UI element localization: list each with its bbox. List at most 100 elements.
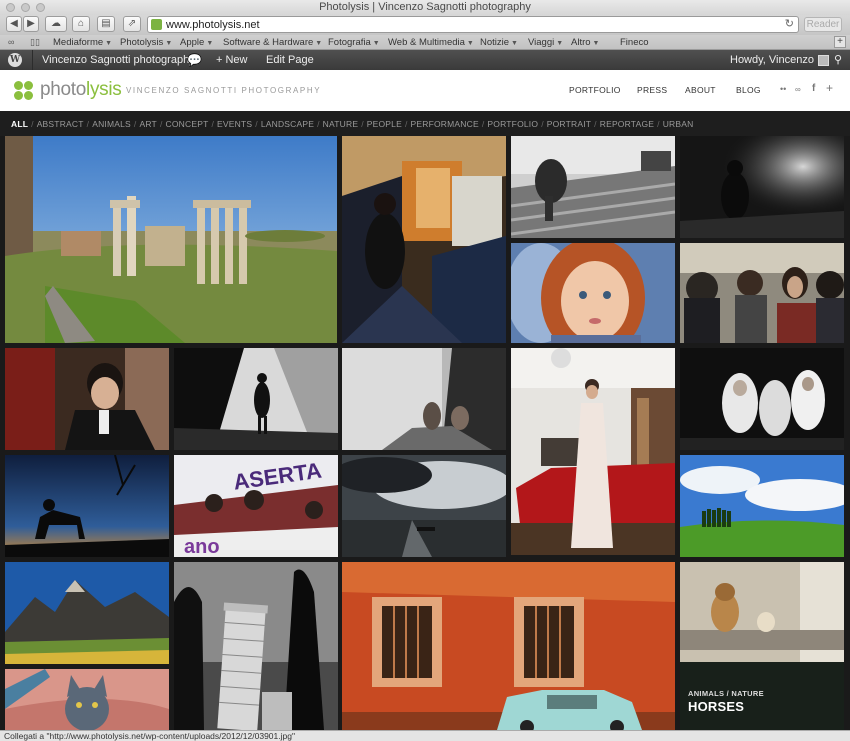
nav-press[interactable]: PRESS — [637, 85, 667, 95]
cloud-icon: ☁ — [51, 18, 61, 29]
photo-tile-orange-wall[interactable] — [342, 562, 675, 730]
bookmark-label: Apple — [180, 37, 205, 48]
address-bar[interactable]: www.photolysis.net ↻ — [147, 16, 799, 33]
filter-portrait[interactable]: PORTRAIT — [547, 119, 591, 129]
photo-tile-protest[interactable]: ASERTA ano — [174, 455, 338, 557]
filter-list: ALL / ABSTRACT / ANIMALS / ART / CONCEPT / EVENTS /… — [11, 119, 693, 129]
share-button[interactable]: ⇗ — [123, 16, 141, 32]
avatar — [817, 54, 829, 66]
logo-clover-icon[interactable] — [14, 81, 34, 101]
address-url: www.photolysis.net — [166, 19, 260, 31]
photo-tile-woman-walking[interactable] — [174, 348, 338, 450]
admin-account-menu[interactable]: Howdy, Vincenzo — [730, 50, 829, 70]
filter-separator: / — [594, 119, 597, 129]
logo-prefix: photo — [40, 79, 87, 100]
site-header: photolysis VINCENZO SAGNOTTI PHOTOGRAPHY… — [0, 70, 850, 111]
reload-icon[interactable]: ↻ — [785, 17, 794, 32]
reader-button[interactable]: Reader — [804, 17, 842, 32]
flickr-icon[interactable]: ∞ — [795, 85, 801, 94]
filter-concept[interactable]: CONCEPT — [166, 119, 209, 129]
facebook-icon[interactable]: f — [812, 83, 815, 94]
filter-portfolio[interactable]: PORTFOLIO — [487, 119, 538, 129]
photo-tile-bathers[interactable] — [342, 348, 506, 450]
photo-tile-horse-silhouette[interactable] — [5, 455, 169, 557]
bookmark-notizie[interactable]: Notizie ▼ — [480, 36, 518, 50]
photo-tile-cypress-field[interactable] — [680, 455, 844, 557]
search-icon[interactable]: ⚲ — [834, 50, 842, 70]
photo-tile-gray-cat[interactable] — [5, 669, 169, 730]
chevron-down-icon: ▼ — [592, 40, 600, 47]
filter-animals[interactable]: ANIMALS — [92, 119, 131, 129]
admin-new-menu[interactable]: + New — [216, 50, 248, 70]
filter-separator: / — [404, 119, 408, 129]
photo-tile-crowd[interactable] — [680, 243, 844, 343]
photo-tile-stormy-sea[interactable] — [342, 455, 506, 557]
wordpress-logo-icon[interactable]: W — [8, 53, 22, 67]
photo-tile-nuns[interactable] — [680, 348, 844, 450]
night-silhouette-image — [680, 136, 844, 238]
filter-people[interactable]: PEOPLE — [367, 119, 402, 129]
photo-tile-dogs-hover[interactable]: ANIMALS / NATURE HORSES — [680, 562, 844, 730]
filter-performance[interactable]: PERFORMANCE — [411, 119, 479, 129]
forward-arrow-icon: ▶ — [27, 18, 35, 29]
bookmark-software-hardware[interactable]: Software & Hardware ▼ — [223, 36, 322, 50]
bookmark-label: Notizie — [480, 37, 510, 48]
filter-abstract[interactable]: ABSTRACT — [37, 119, 84, 129]
admin-divider — [32, 50, 33, 70]
icloud-tabs-button[interactable]: ☁ — [45, 16, 67, 32]
site-logo[interactable]: photolysis — [40, 79, 122, 101]
admin-new-label: New — [225, 54, 248, 66]
bookmark-viaggi[interactable]: Viaggi ▼ — [528, 36, 563, 50]
bookmark-label: Software & Hardware — [223, 37, 314, 48]
chevron-down-icon: ▼ — [165, 40, 173, 47]
social-flickr-dots[interactable]: •• — [780, 84, 786, 94]
bookmark-fotografia[interactable]: Fotografia ▼ — [328, 36, 380, 50]
photo-tile-roman-forum[interactable] — [5, 136, 337, 343]
filter-all[interactable]: ALL — [11, 119, 28, 129]
bookmark-photolysis[interactable]: Photolysis ▼ — [120, 36, 172, 50]
home-button[interactable]: ⌂ — [72, 16, 90, 32]
crowd-image — [680, 243, 844, 343]
hover-tile-category: ANIMALS / NATURE — [688, 689, 764, 698]
filter-events[interactable]: EVENTS — [217, 119, 252, 129]
filter-reportage[interactable]: REPORTAGE — [600, 119, 654, 129]
print-button[interactable]: ▤ — [97, 16, 115, 32]
bookmarks-book-icon[interactable]: ▯▯ — [30, 37, 40, 48]
bookmark-apple[interactable]: Apple ▼ — [180, 36, 213, 50]
photo-tile-man-stairs[interactable] — [511, 136, 675, 238]
nav-blog[interactable]: BLOG — [736, 85, 761, 95]
zoom-window-button[interactable] — [36, 3, 45, 12]
admin-site-name[interactable]: Vincenzo Sagnotti photography — [42, 50, 195, 70]
back-button[interactable]: ◀ — [6, 16, 22, 32]
nav-portfolio[interactable]: PORTFOLIO — [569, 85, 621, 95]
photo-tile-night-silhouette[interactable] — [680, 136, 844, 238]
reading-list-icon[interactable]: ∞ — [8, 37, 14, 47]
admin-edit-page[interactable]: Edit Page — [266, 50, 314, 70]
photo-tile-bride-room[interactable] — [511, 348, 675, 555]
filter-separator: / — [31, 119, 34, 129]
photo-tile-child-portrait[interactable] — [511, 243, 675, 343]
close-window-button[interactable] — [6, 3, 15, 12]
photo-tile-leaning-tower[interactable] — [174, 562, 338, 730]
minimize-window-button[interactable] — [21, 3, 30, 12]
browser-toolbar: ◀ ▶ ☁ ⌂ ▤ ⇗ www.photolysis.net ↻ Reader — [0, 15, 850, 35]
comments-bubble-icon[interactable]: 💬 — [187, 50, 202, 70]
filter-urban[interactable]: URBAN — [663, 119, 694, 129]
bookmark-fineco[interactable]: Fineco — [620, 36, 649, 49]
bookmark-altro[interactable]: Altro ▼ — [571, 36, 599, 50]
bookmark-web-multimedia[interactable]: Web & Multimedia ▼ — [388, 36, 474, 50]
photo-tile-train[interactable] — [342, 136, 506, 343]
add-tab-icon[interactable]: + — [834, 36, 846, 48]
photo-tile-thoughtful-man[interactable] — [5, 348, 169, 450]
filter-landscape[interactable]: LANDSCAPE — [261, 119, 314, 129]
forward-button[interactable]: ▶ — [23, 16, 39, 32]
window-controls[interactable] — [6, 3, 45, 12]
google-plus-icon[interactable]: + — [826, 81, 833, 95]
filter-nature[interactable]: NATURE — [323, 119, 359, 129]
bookmark-mediaforme[interactable]: Mediaforme ▼ — [53, 36, 112, 50]
filter-art[interactable]: ART — [139, 119, 156, 129]
photo-tile-mountains[interactable] — [5, 562, 169, 664]
nuns-image — [680, 348, 844, 450]
nav-about[interactable]: ABOUT — [685, 85, 716, 95]
share-icon: ⇗ — [127, 18, 137, 29]
